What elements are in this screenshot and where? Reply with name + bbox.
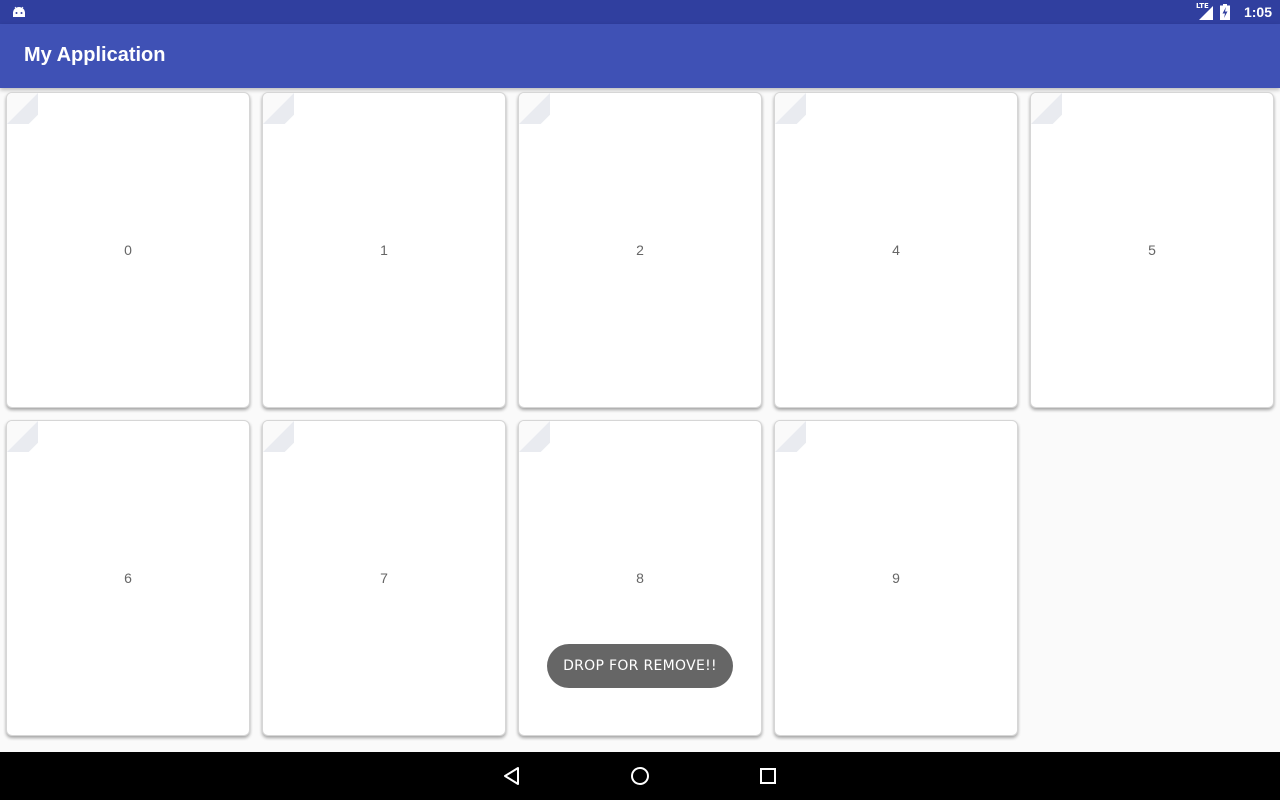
card-item[interactable]: 4 bbox=[774, 92, 1018, 408]
battery-charging-icon bbox=[1219, 4, 1230, 20]
card-item[interactable]: 8 bbox=[518, 420, 762, 736]
navigation-bar bbox=[0, 752, 1280, 800]
card-item[interactable]: 9 bbox=[774, 420, 1018, 736]
back-triangle-icon bbox=[504, 767, 519, 785]
card-label: 4 bbox=[892, 242, 900, 258]
card-label: 8 bbox=[636, 570, 644, 586]
android-icon bbox=[13, 6, 25, 17]
card-item[interactable]: 0 bbox=[6, 92, 250, 408]
card-label: 7 bbox=[380, 570, 388, 586]
app-title: My Application bbox=[24, 44, 166, 66]
network-indicator: LTE bbox=[1196, 2, 1214, 21]
app-bar: My Application bbox=[0, 24, 1280, 88]
card-item[interactable]: 5 bbox=[1030, 92, 1274, 408]
card-item[interactable]: 1 bbox=[262, 92, 506, 408]
card-label: 6 bbox=[124, 570, 132, 586]
toast-message: DROP FOR REMOVE!! bbox=[547, 644, 733, 688]
status-bar: LTE 1:05 bbox=[0, 0, 1280, 24]
card-item[interactable]: 6 bbox=[6, 420, 250, 736]
recents-square-icon bbox=[760, 768, 776, 784]
card-label: 0 bbox=[124, 242, 132, 258]
card-item[interactable]: 7 bbox=[262, 420, 506, 736]
back-button[interactable] bbox=[500, 764, 524, 788]
card-label: 2 bbox=[636, 242, 644, 258]
signal-icon bbox=[1198, 6, 1213, 20]
home-button[interactable] bbox=[628, 764, 652, 788]
status-icons: LTE 1:05 bbox=[1196, 0, 1272, 24]
card-label: 9 bbox=[892, 570, 900, 586]
card-item[interactable]: 2 bbox=[518, 92, 762, 408]
status-time: 1:05 bbox=[1243, 4, 1272, 20]
card-label: 5 bbox=[1148, 242, 1156, 258]
home-circle-icon bbox=[631, 767, 649, 785]
recents-button[interactable] bbox=[756, 764, 780, 788]
card-label: 1 bbox=[380, 242, 388, 258]
